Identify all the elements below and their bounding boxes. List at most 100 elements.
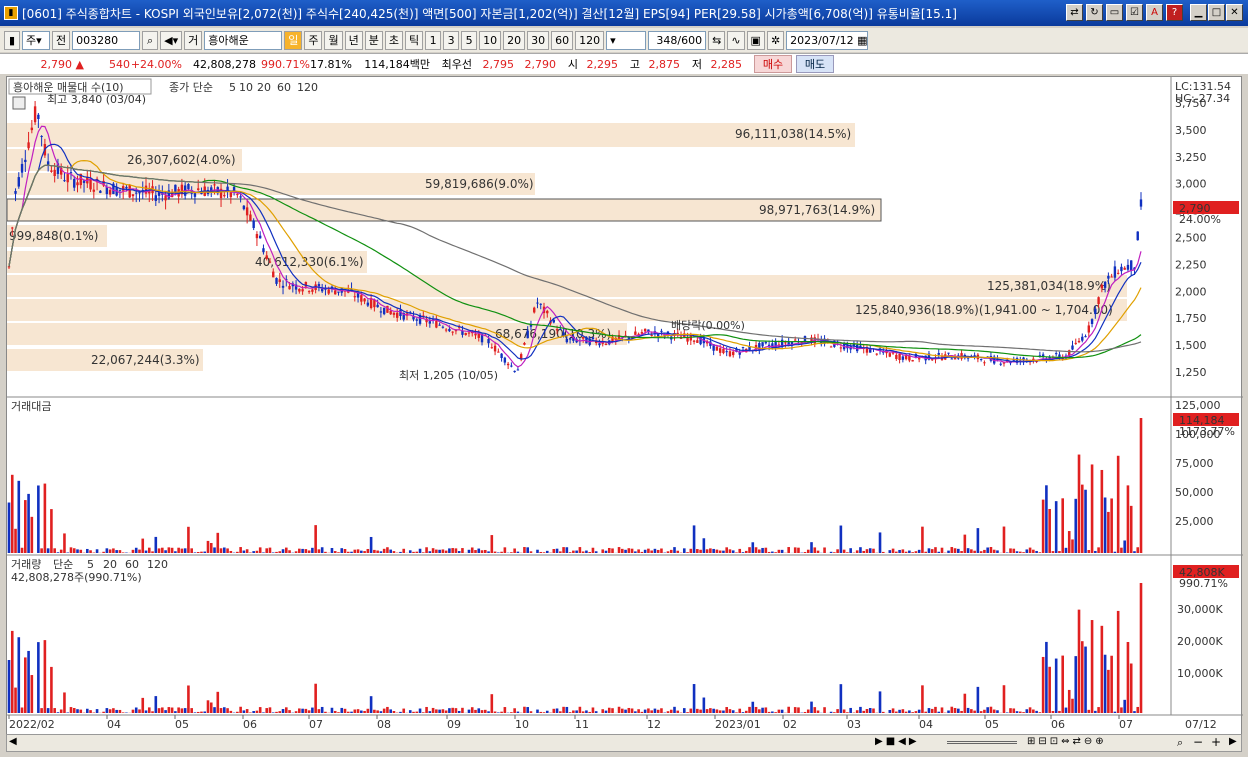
candle-body: [441, 326, 445, 328]
candle-body: [1077, 340, 1081, 343]
chart-scrollbar[interactable]: ◀ ▶■◀▶ ⊞⊟⊡⇔⇄⊖⊕ ⌕ − + ▶: [6, 734, 1242, 752]
volume-bar: [278, 711, 282, 713]
amount-bar: [1054, 501, 1058, 553]
amount-bar: [621, 548, 624, 553]
amount-bar: [908, 550, 911, 553]
volume-band-label: 40,612,330(6.1%): [255, 255, 364, 269]
interval-30[interactable]: 30: [527, 30, 550, 50]
checkbox-icon[interactable]: ☑: [1126, 4, 1143, 21]
volume-bar: [797, 707, 800, 713]
candle-body: [50, 170, 53, 172]
buy-button[interactable]: 매수: [754, 55, 792, 73]
amount-bar: [966, 548, 970, 553]
volume-bar: [154, 696, 158, 713]
amount-bar: [1136, 547, 1140, 553]
zoom-out-icon[interactable]: ⌕: [1177, 736, 1183, 750]
order-button[interactable]: 거: [184, 30, 203, 50]
link-icon[interactable]: ⇄: [1066, 4, 1083, 21]
volume-bar: [379, 711, 383, 713]
close-button[interactable]: ✕: [1226, 4, 1243, 21]
font-icon[interactable]: A: [1146, 4, 1163, 21]
volume-bar: [353, 709, 357, 713]
volume-bar: [754, 706, 758, 713]
zoom-slider[interactable]: [947, 741, 1017, 744]
period-second[interactable]: 초: [384, 30, 403, 50]
amount-bar: [960, 551, 963, 553]
interval-5[interactable]: 5: [461, 30, 478, 50]
volume-bar: [637, 709, 640, 713]
interval-120[interactable]: 120: [575, 30, 605, 50]
candle-body: [568, 338, 572, 340]
chart-menu-icon[interactable]: ▮: [4, 30, 20, 50]
volume-bar: [895, 711, 898, 713]
view-icons[interactable]: ⊞⊟⊡⇔⇄⊖⊕: [1027, 736, 1107, 747]
playback-icons[interactable]: ▶■◀▶: [875, 736, 920, 747]
volume-bar: [239, 706, 242, 713]
window-icon[interactable]: ▭: [1106, 4, 1123, 21]
maximize-button[interactable]: □: [1208, 4, 1225, 21]
volume-bar: [1067, 689, 1071, 713]
candle-body: [565, 338, 569, 343]
settings-icon[interactable]: ✲: [766, 30, 785, 50]
candle-body: [317, 284, 321, 287]
stock-code-input[interactable]: 003280: [72, 30, 141, 50]
candle-body: [197, 188, 200, 190]
scroll-left-icon[interactable]: ◀: [9, 736, 17, 747]
interval-1[interactable]: 1: [425, 30, 442, 50]
volume-bar: [490, 694, 494, 713]
minimize-button[interactable]: ▁: [1190, 4, 1207, 21]
period-minute[interactable]: 분: [364, 30, 383, 50]
period-week[interactable]: 주: [304, 30, 323, 50]
volume-bar: [601, 709, 605, 713]
stock-type-select[interactable]: 주▾: [22, 30, 50, 50]
amount-bar: [340, 548, 344, 553]
interval-20[interactable]: 20: [503, 30, 526, 50]
amount-bar: [855, 550, 859, 553]
volume-bar: [696, 708, 699, 713]
count-value: 348: [656, 33, 678, 47]
period-year[interactable]: 년: [344, 30, 363, 50]
chart-area[interactable]: 96,111,038(14.5%) 26,307,602(4.0%) 59,819,…: [6, 76, 1243, 736]
search-icon[interactable]: ⌕: [142, 30, 159, 50]
period-month[interactable]: 월: [324, 30, 343, 50]
period-day[interactable]: 일: [284, 30, 303, 50]
speaker-icon[interactable]: ◀▾: [160, 30, 183, 50]
amount-bar: [444, 550, 448, 553]
volume-bar: [868, 708, 872, 713]
amount-bar: [483, 549, 487, 553]
draw-icon[interactable]: ⇆: [708, 30, 726, 50]
amount-bar: [689, 548, 693, 553]
candle-body: [121, 186, 125, 191]
grid-icon[interactable]: [12, 96, 26, 110]
volume-bar: [30, 675, 34, 713]
minus-icon[interactable]: −: [1193, 735, 1203, 749]
interval-60[interactable]: 60: [551, 30, 574, 50]
volume-bar: [157, 708, 161, 713]
amount-bar: [751, 542, 755, 553]
date-input[interactable]: 2023/07/12 ▦: [786, 30, 869, 50]
candle-body: [784, 342, 787, 344]
plus-icon[interactable]: +: [1211, 735, 1221, 749]
stock-name-field[interactable]: 흥아해운: [204, 30, 283, 50]
interval-custom-select[interactable]: ▾: [606, 30, 647, 50]
volume-bar: [1090, 620, 1094, 713]
candle-body: [1074, 342, 1077, 344]
x-tick-label: 05: [985, 718, 999, 731]
amount-bar: [30, 516, 34, 553]
sync-icon[interactable]: ↻: [1086, 4, 1103, 21]
trend-icon[interactable]: ∿: [727, 30, 745, 50]
interval-10[interactable]: 10: [479, 30, 502, 50]
last-pct: 24.00%: [1179, 213, 1221, 226]
sell-button[interactable]: 매도: [796, 55, 834, 73]
amount-bar: [480, 550, 484, 553]
help-icon[interactable]: ?: [1166, 4, 1183, 21]
volume-bar: [493, 711, 497, 713]
save-icon[interactable]: ▣: [746, 30, 765, 50]
prev-button[interactable]: 전: [52, 30, 71, 50]
amount-bar: [539, 551, 543, 553]
volume-bar: [846, 712, 849, 713]
count-input[interactable]: 348/600: [648, 30, 707, 50]
scroll-right-icon[interactable]: ▶: [1229, 736, 1237, 747]
period-tick[interactable]: 틱: [404, 30, 424, 50]
interval-3[interactable]: 3: [443, 30, 460, 50]
